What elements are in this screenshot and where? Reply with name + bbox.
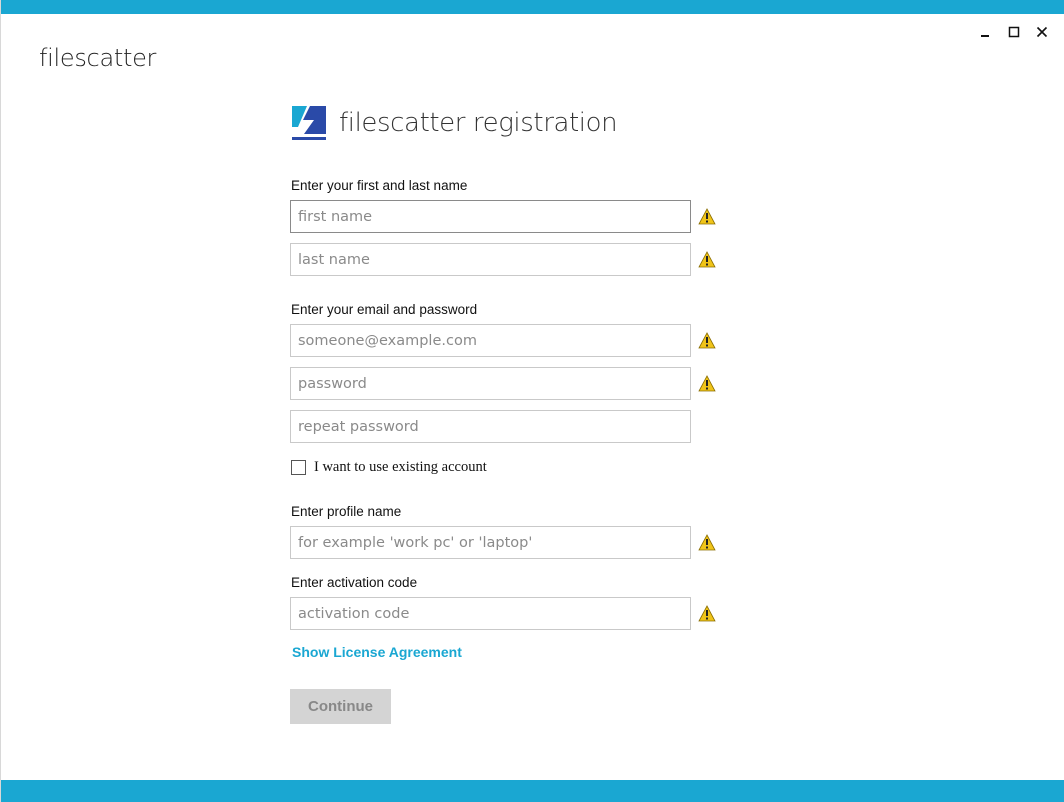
registration-header: filescatter registration bbox=[290, 104, 618, 142]
page-title: filescatter registration bbox=[339, 108, 618, 138]
filescatter-logo-icon bbox=[290, 104, 328, 142]
window-controls bbox=[972, 22, 1056, 42]
warning-icon bbox=[698, 332, 716, 349]
minimize-icon bbox=[981, 35, 989, 37]
existing-account-option[interactable]: I want to use existing account bbox=[291, 459, 487, 476]
existing-account-label: I want to use existing account bbox=[314, 459, 487, 475]
app-window: filescatter filescatter registration Ent… bbox=[0, 0, 1064, 802]
minimize-button[interactable] bbox=[972, 22, 1000, 42]
profile-section-label: Enter profile name bbox=[291, 504, 402, 519]
warning-icon bbox=[698, 605, 716, 622]
close-icon bbox=[1036, 26, 1048, 38]
continue-button[interactable]: Continue bbox=[290, 689, 391, 724]
close-button[interactable] bbox=[1028, 22, 1056, 42]
title-accent-bar bbox=[1, 0, 1064, 14]
maximize-button[interactable] bbox=[1000, 22, 1028, 42]
app-name: filescatter bbox=[39, 44, 157, 72]
first-name-input[interactable] bbox=[290, 200, 691, 233]
warning-icon bbox=[698, 375, 716, 392]
footer-accent-bar bbox=[1, 780, 1064, 802]
warning-icon bbox=[698, 534, 716, 551]
name-section-label: Enter your first and last name bbox=[291, 178, 468, 193]
account-section-label: Enter your email and password bbox=[291, 302, 478, 317]
password-input[interactable] bbox=[290, 367, 691, 400]
activation-code-input[interactable] bbox=[290, 597, 691, 630]
activation-section-label: Enter activation code bbox=[291, 575, 418, 590]
last-name-input[interactable] bbox=[290, 243, 691, 276]
maximize-icon bbox=[1008, 26, 1020, 38]
email-input[interactable] bbox=[290, 324, 691, 357]
warning-icon bbox=[698, 208, 716, 225]
existing-account-checkbox[interactable] bbox=[291, 460, 306, 475]
show-license-agreement-link[interactable]: Show License Agreement bbox=[292, 644, 462, 660]
repeat-password-input[interactable] bbox=[290, 410, 691, 443]
warning-icon bbox=[698, 251, 716, 268]
profile-name-input[interactable] bbox=[290, 526, 691, 559]
